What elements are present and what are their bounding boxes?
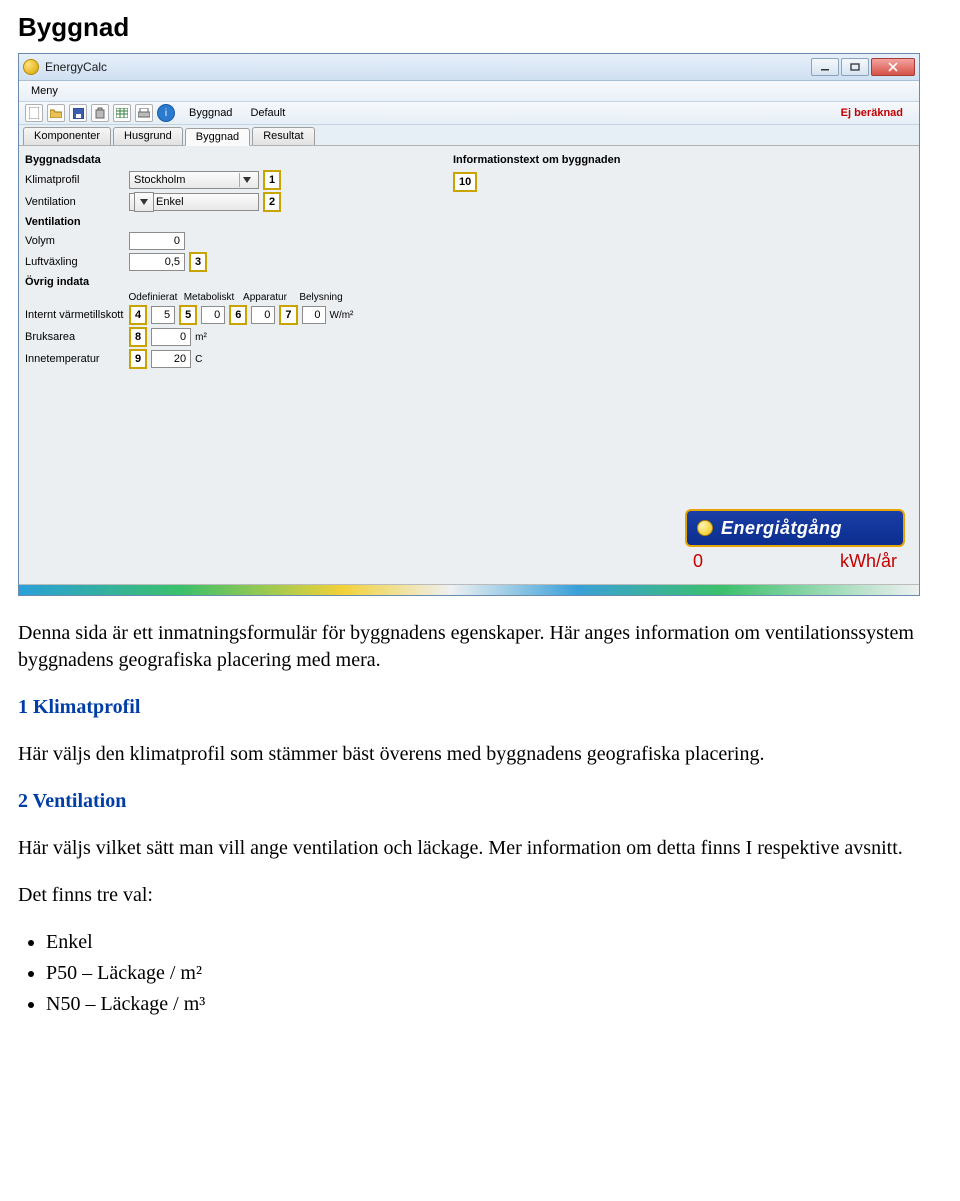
marker-9: 9 [129,349,147,369]
save-icon[interactable] [69,104,87,122]
unit-m2: m² [195,332,207,343]
tab-husgrund[interactable]: Husgrund [113,127,183,145]
input-luftvaxling[interactable] [129,253,185,271]
list-intro: Det finns tre val: [18,882,918,909]
combo-klimatprofil-value: Stockholm [134,174,185,186]
window-footer [19,584,919,595]
input-volym[interactable] [129,232,185,250]
label-bruksarea: Bruksarea [25,331,125,343]
heading-byggnadsdata: Byggnadsdata [25,154,445,166]
energy-panel: Energiåtgång 0 kWh/år [685,509,905,572]
input-innetemperatur[interactable] [151,350,191,368]
app-icon [23,59,39,75]
section-2-heading: 2 Ventilation [18,788,918,815]
heading-infotext: Informationstext om byggnaden [453,154,913,166]
col-belysning: Belysning [293,292,349,303]
energy-output: 0 kWh/år [685,551,905,572]
energy-unit: kWh/år [840,551,897,572]
section-1-text: Här väljs den klimatprofil som stämmer b… [18,741,918,768]
marker-1: 1 [263,170,281,190]
marker-10: 10 [453,172,477,192]
label-volym: Volym [25,235,125,247]
list-item: P50 – Läckage / m² [46,960,918,987]
marker-3: 3 [189,252,207,272]
marker-4: 4 [129,305,147,325]
marker-5: 5 [179,305,197,325]
form-area: Byggnadsdata Klimatprofil Stockholm 1 Ve… [19,146,919,584]
chevron-down-icon [134,192,154,212]
energy-button[interactable]: Energiåtgång [685,509,905,547]
titlebar: EnergyCalc [19,54,919,81]
close-button[interactable] [871,58,915,76]
combo-klimatprofil[interactable]: Stockholm [129,171,259,189]
col-apparatur: Apparatur [237,292,293,303]
marker-2: 2 [263,192,281,212]
energy-button-label: Energiåtgång [721,518,842,539]
page-title: Byggnad [18,12,942,43]
toolbar: i Byggnad Default Ej beräknad [19,102,919,125]
app-title: EnergyCalc [45,60,811,74]
minimize-button[interactable] [811,58,839,76]
option-list: Enkel P50 – Läckage / m² N50 – Läckage /… [46,929,918,1018]
bulb-icon [697,520,713,536]
label-klimatprofil: Klimatprofil [25,174,125,186]
col-odefinierat: Odefinierat [125,292,181,303]
label-innetemperatur: Innetemperatur [25,353,125,365]
label-ventilation: Ventilation [25,196,125,208]
marker-6: 6 [229,305,247,325]
input-bruksarea[interactable] [151,328,191,346]
marker-7: 7 [279,305,297,325]
open-icon[interactable] [47,104,65,122]
input-apparatur[interactable] [251,306,275,324]
menu-meny[interactable]: Meny [25,83,64,99]
delete-icon[interactable] [91,104,109,122]
combo-ventilation-value: Enkel [156,196,184,208]
input-odefinierat[interactable] [151,306,175,324]
chevron-down-icon [239,173,254,187]
left-column: Byggnadsdata Klimatprofil Stockholm 1 Ve… [25,150,445,580]
energy-value: 0 [693,551,703,572]
heading-ventilation: Ventilation [25,216,445,228]
table-icon[interactable] [113,104,131,122]
menubar: Meny [19,81,919,102]
list-item: N50 – Läckage / m³ [46,991,918,1018]
list-item: Enkel [46,929,918,956]
section-2-text: Här väljs vilket sätt man vill ange vent… [18,835,918,862]
tab-resultat[interactable]: Resultat [252,127,314,145]
new-icon[interactable] [25,104,43,122]
label-luftvaxling: Luftväxling [25,256,125,268]
maximize-button[interactable] [841,58,869,76]
col-metaboliskt: Metaboliskt [181,292,237,303]
tabbar: Komponenter Husgrund Byggnad Resultat [19,125,919,146]
label-internt-varme: Internt värmetillskott [25,309,125,321]
intro-paragraph: Denna sida är ett inmatningsformulär för… [18,620,918,674]
right-column: Informationstext om byggnaden 10 Energiå… [453,150,913,580]
tab-komponenter[interactable]: Komponenter [23,127,111,145]
unit-wm2: W/m² [330,310,354,321]
combo-ventilation[interactable]: Enkel [129,193,259,211]
input-belysning[interactable] [302,306,326,324]
marker-8: 8 [129,327,147,347]
status-ej-beraknad: Ej beräknad [841,107,913,119]
heading-ovrig-indata: Övrig indata [25,276,445,288]
breadcrumb-default: Default [250,107,285,119]
unit-c: C [195,354,202,365]
breadcrumb-byggnad: Byggnad [189,107,232,119]
tab-byggnad[interactable]: Byggnad [185,128,250,146]
section-1-heading: 1 Klimatprofil [18,694,918,721]
input-metaboliskt[interactable] [201,306,225,324]
window-controls [811,58,915,76]
info-icon[interactable]: i [157,104,175,122]
print-icon[interactable] [135,104,153,122]
app-window: EnergyCalc Meny i Byggnad Default Ej ber… [18,53,920,596]
document-body: Denna sida är ett inmatningsformulär för… [18,620,918,1018]
